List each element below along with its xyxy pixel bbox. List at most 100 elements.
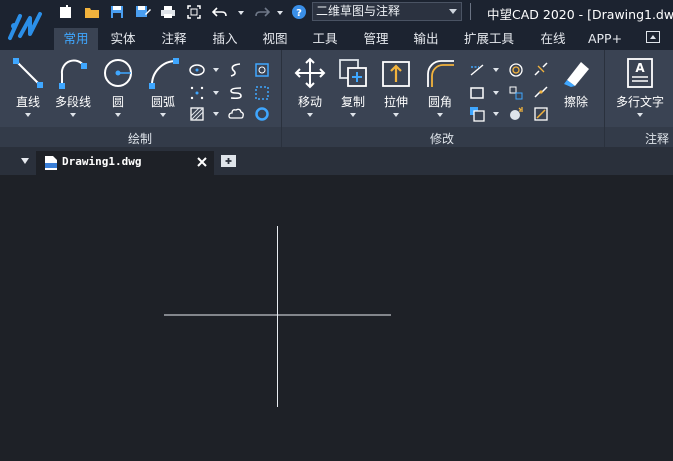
explode-icon[interactable] (508, 85, 524, 101)
copy-dropdown-icon[interactable] (350, 113, 356, 117)
join-icon[interactable] (533, 85, 549, 101)
drawing-canvas[interactable] (0, 175, 673, 461)
rectangle-icon[interactable] (469, 85, 485, 101)
hatch-icon[interactable] (189, 106, 205, 122)
svg-text:?: ? (296, 8, 302, 19)
undo-button[interactable] (212, 3, 230, 21)
fillet-tool-label: 圆角 (427, 95, 452, 109)
line-dropdown-icon[interactable] (25, 113, 31, 117)
help-button[interactable]: ? (291, 3, 307, 21)
zoom-extents-button[interactable] (186, 3, 202, 21)
stretch-tool-label: 拉伸 (383, 95, 408, 109)
donut-icon[interactable] (254, 106, 270, 122)
region-icon[interactable] (254, 62, 270, 78)
tab-app-plus[interactable]: APP+ (578, 28, 632, 50)
circle-tool[interactable]: 圆 (94, 56, 142, 117)
modify-panel-label[interactable]: 修改 (430, 130, 454, 147)
polyline-tool[interactable]: 多段线 (49, 56, 97, 117)
arc-tool[interactable]: 圆弧 (139, 56, 187, 117)
tab-annotate[interactable]: 注释 (148, 28, 200, 50)
erase-tool[interactable]: 擦除 (552, 56, 600, 110)
tab-solid[interactable]: 实体 (98, 28, 148, 50)
mtext-dropdown-icon[interactable] (637, 113, 643, 117)
tab-home[interactable]: 常用 (54, 28, 98, 50)
hatch-dropdown-icon[interactable] (213, 112, 219, 116)
tab-extensions[interactable]: 扩展工具 (450, 28, 528, 50)
chamfer-icon[interactable] (508, 106, 524, 122)
boundary-icon[interactable] (254, 85, 270, 101)
mtext-tool-label: 多行文字 (615, 95, 664, 109)
ellipse-icon[interactable] (189, 62, 205, 78)
copy-tool[interactable]: 复制 (329, 56, 377, 117)
close-icon[interactable] (196, 156, 208, 168)
title-bar: ? 二维草图与注释 中望CAD 2020 - [Drawing1.dwg] 常用… (0, 0, 673, 50)
document-list-button[interactable] (18, 154, 32, 168)
redo-dropdown-icon[interactable] (277, 11, 283, 15)
revision-cloud-icon[interactable] (228, 106, 244, 122)
point-dropdown-icon[interactable] (213, 91, 219, 95)
array-icon[interactable] (469, 106, 485, 122)
rectangle-dropdown-icon[interactable] (493, 91, 499, 95)
ribbon: 直线 多段线 圆 圆弧 绘制 移动 复制 拉伸 圆角 擦除 修改 A 多行文字 … (0, 50, 673, 147)
draw-panel-label[interactable]: 绘制 (128, 130, 152, 147)
move-icon (294, 57, 326, 89)
workspace-value: 二维草图与注释 (316, 4, 401, 18)
panel-separator (604, 50, 605, 147)
copy-icon (339, 59, 367, 87)
save-button[interactable] (109, 3, 125, 21)
crosshair-cursor (164, 226, 391, 407)
circle-dropdown-icon[interactable] (115, 113, 121, 117)
open-file-button[interactable] (84, 3, 100, 21)
spline-icon[interactable] (228, 62, 244, 78)
tab-view[interactable]: 视图 (250, 28, 300, 50)
document-tab[interactable]: Drawing1.dwg (36, 151, 214, 175)
ribbon-minimize-button[interactable] (646, 31, 660, 43)
polyline-tool-label: 多段线 (54, 95, 91, 109)
stretch-dropdown-icon[interactable] (393, 113, 399, 117)
undo-dropdown-icon[interactable] (238, 11, 244, 15)
workspace-select[interactable]: 二维草图与注释 (312, 2, 462, 21)
helix-icon[interactable] (228, 85, 244, 101)
move-tool-label: 移动 (297, 95, 322, 109)
arc-dropdown-icon[interactable] (160, 113, 166, 117)
ellipse-dropdown-icon[interactable] (213, 68, 219, 72)
line-icon (13, 58, 43, 88)
annotate-panel-label[interactable]: 注释 (645, 130, 669, 147)
mtext-tool[interactable]: A 多行文字 (611, 56, 669, 117)
panel-label-strip (0, 127, 673, 147)
app-logo-icon[interactable] (6, 6, 46, 46)
tab-online[interactable]: 在线 (528, 28, 578, 50)
tab-manage[interactable]: 管理 (350, 28, 402, 50)
new-tab-icon[interactable] (220, 153, 238, 169)
fillet-icon (427, 60, 454, 87)
trim-icon[interactable] (469, 62, 485, 78)
line-tool[interactable]: 直线 (4, 56, 52, 117)
new-file-icon (60, 5, 71, 18)
polyline-icon (59, 59, 87, 89)
new-file-button[interactable] (58, 3, 74, 21)
move-dropdown-icon[interactable] (307, 113, 313, 117)
polyline-dropdown-icon[interactable] (70, 113, 76, 117)
print-button[interactable] (160, 3, 176, 21)
save-as-button[interactable] (135, 3, 151, 21)
circle-tool-label: 圆 (111, 95, 124, 109)
offset-icon[interactable] (508, 62, 524, 78)
edit-polyline-icon[interactable] (533, 106, 549, 122)
move-tool[interactable]: 移动 (286, 56, 334, 117)
stretch-icon (382, 61, 410, 87)
trim-dropdown-icon[interactable] (493, 68, 499, 72)
multiline-text-icon: A (627, 58, 653, 88)
break-icon[interactable] (533, 62, 549, 78)
point-array-icon[interactable] (189, 85, 205, 101)
tab-insert[interactable]: 插入 (200, 28, 250, 50)
fillet-tool[interactable]: 圆角 (416, 56, 464, 117)
tab-tools[interactable]: 工具 (300, 28, 350, 50)
save-as-icon (136, 6, 151, 17)
svg-text:A: A (635, 61, 645, 75)
array-dropdown-icon[interactable] (493, 112, 499, 116)
redo-button[interactable] (252, 3, 270, 21)
eraser-icon (564, 62, 589, 87)
tab-output[interactable]: 输出 (402, 28, 450, 50)
stretch-tool[interactable]: 拉伸 (372, 56, 420, 117)
fillet-dropdown-icon[interactable] (437, 113, 443, 117)
